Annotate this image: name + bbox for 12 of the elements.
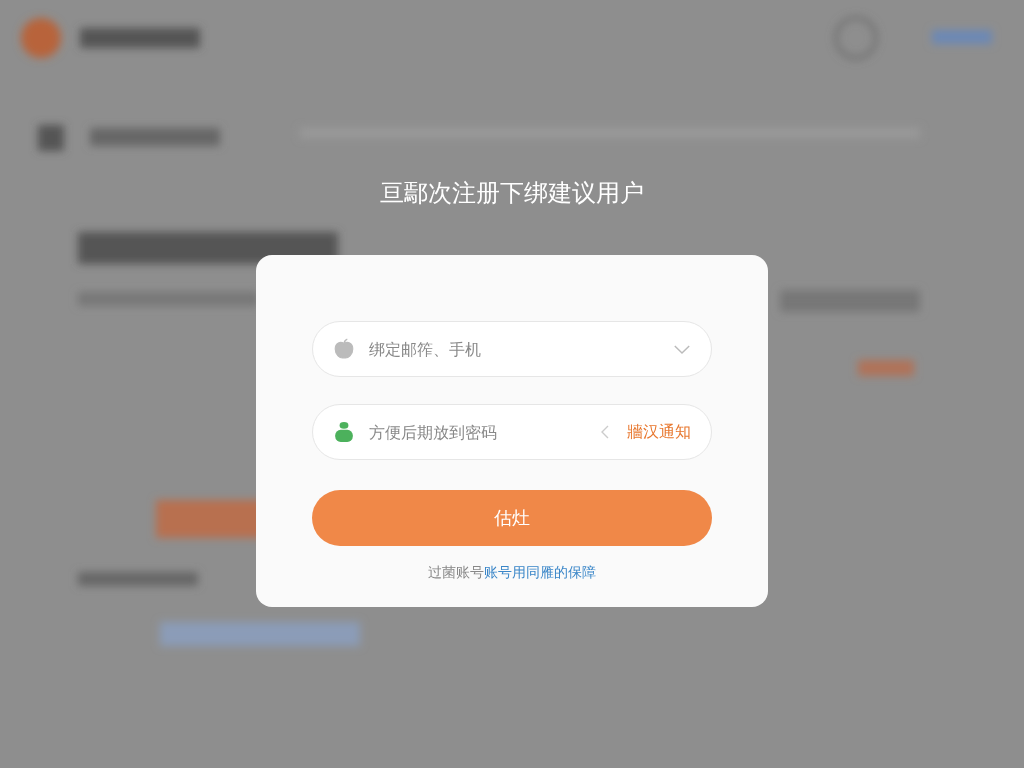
chevron-left-icon [601, 425, 609, 439]
input-field[interactable]: 绑定邮筰、手机 [312, 321, 712, 377]
apple-icon [333, 338, 355, 360]
footer-text: 过菌账号 [428, 564, 484, 580]
chevron-down-icon [673, 343, 691, 355]
text-input[interactable]: 绑定邮筰、手机 [367, 338, 661, 360]
input-field[interactable]: 方便后期放到密码 牆汉通知 [312, 404, 712, 460]
dialog-title: 亘鄢次注册下绑建议用户 [380, 178, 644, 209]
send-code-link[interactable]: 牆汉通知 [627, 421, 691, 443]
submit-button[interactable]: 估灶 [312, 490, 712, 546]
text-input[interactable]: 方便后期放到密码 [367, 421, 589, 443]
footer-link[interactable]: 账号用同雁的保障 [484, 564, 596, 580]
